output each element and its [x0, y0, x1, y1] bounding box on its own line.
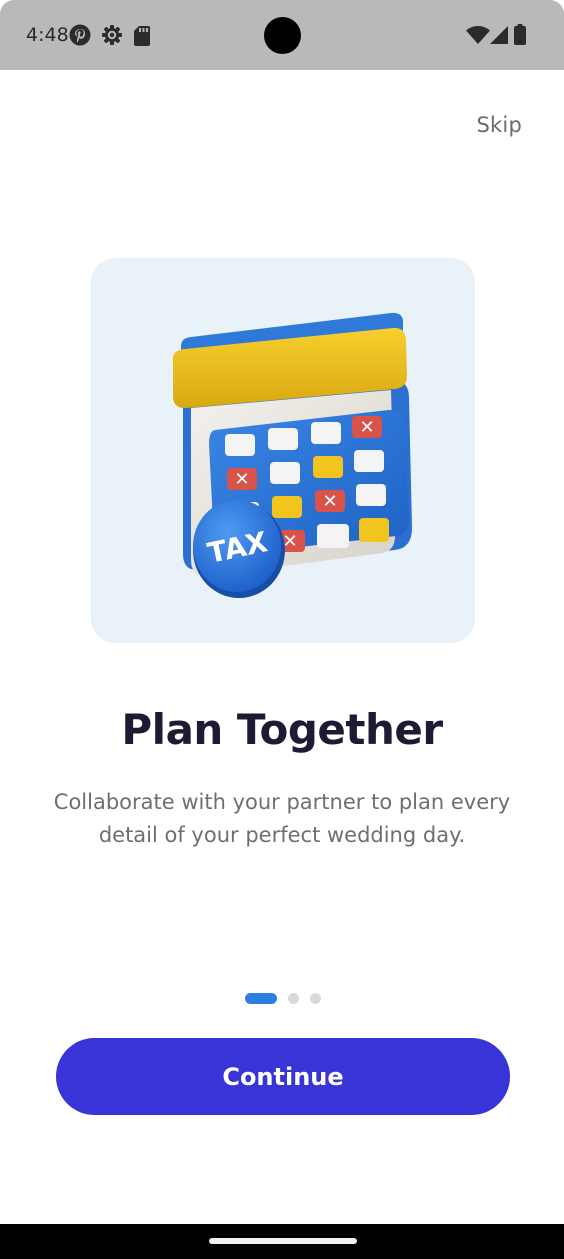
- page-dot: [310, 993, 321, 1004]
- illustration-card: ✕ ✕ ✕ ✕ TAX: [91, 258, 475, 643]
- wifi-icon: [466, 26, 490, 49]
- cellular-signal-icon: [490, 26, 508, 49]
- home-indicator[interactable]: [209, 1238, 357, 1244]
- battery-icon: [514, 24, 526, 50]
- svg-text:✕: ✕: [359, 417, 374, 438]
- page-subtitle: Collaborate with your partner to plan ev…: [53, 790, 511, 847]
- settings-gear-icon: [101, 24, 123, 51]
- page-dot-active: [245, 993, 277, 1004]
- continue-button[interactable]: Continue: [56, 1038, 510, 1115]
- navigation-bar: [0, 1224, 564, 1259]
- sd-card-icon: [134, 26, 150, 51]
- page-dot: [288, 993, 299, 1004]
- camera-cutout: [264, 17, 301, 54]
- status-bar: 4:48: [0, 0, 564, 70]
- svg-text:✕: ✕: [322, 491, 337, 512]
- calendar-tax-illustration: ✕ ✕ ✕ ✕ TAX: [172, 312, 412, 598]
- pinterest-icon: [69, 24, 91, 51]
- skip-button[interactable]: Skip: [477, 113, 522, 137]
- svg-text:✕: ✕: [234, 469, 249, 490]
- page-title: Plan Together: [121, 705, 443, 754]
- status-time: 4:48: [26, 24, 69, 46]
